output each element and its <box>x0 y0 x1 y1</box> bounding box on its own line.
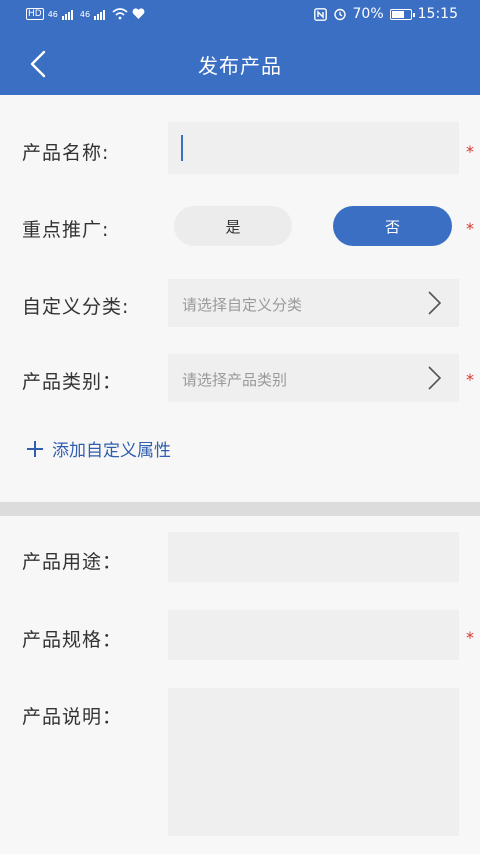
status-time: 15:15 <box>417 6 458 22</box>
custom-category-placeholder: 请选择自定义分类 <box>182 296 303 314</box>
required-marker: * <box>466 219 474 238</box>
network-type-label-2: 46 <box>79 9 91 19</box>
add-custom-attribute-label: 添加自定义属性 <box>52 441 171 461</box>
signal-icon <box>61 10 73 20</box>
wifi-icon <box>112 8 128 20</box>
text-cursor <box>181 135 183 161</box>
hd-badge: HD <box>26 8 44 20</box>
product-category-select[interactable]: 请选择产品类别 <box>168 354 459 402</box>
custom-category-row: 自定义分类: 请选择自定义分类 <box>0 279 480 327</box>
product-name-input[interactable] <box>168 122 459 174</box>
page-title: 发布产品 <box>198 54 282 78</box>
chevron-right-icon <box>428 366 442 390</box>
nfc-icon <box>313 7 327 21</box>
app-header: HD 46 46 70% 15:15 发布产品 <box>0 0 480 95</box>
product-name-label: 产品名称: <box>22 142 110 164</box>
description-label: 产品说明： <box>22 706 123 728</box>
featured-yes-button[interactable]: 是 <box>174 206 292 246</box>
featured-label: 重点推广: <box>22 219 110 241</box>
product-category-label: 产品类别： <box>22 371 123 393</box>
required-marker: * <box>466 142 474 161</box>
required-marker: * <box>466 628 474 647</box>
battery-percent: 70% <box>352 6 384 22</box>
spec-input[interactable] <box>168 610 459 660</box>
network-type-label: 46 <box>47 9 58 19</box>
signal-icon-2 <box>94 10 106 20</box>
add-custom-attribute-button[interactable]: 添加自定义属性 <box>26 436 171 461</box>
featured-row: 重点推广: 是 否 * <box>0 206 480 246</box>
status-right: 70% 15:15 <box>313 6 458 22</box>
spec-label: 产品规格： <box>22 629 123 651</box>
usage-input[interactable] <box>168 532 459 582</box>
battery-icon <box>389 8 415 20</box>
description-textarea[interactable] <box>168 688 459 836</box>
usage-row: 产品用途： <box>0 532 480 582</box>
required-marker: * <box>466 370 474 389</box>
section-divider <box>0 502 480 516</box>
alarm-icon <box>333 8 346 21</box>
chevron-right-icon <box>428 291 442 315</box>
custom-category-select[interactable]: 请选择自定义分类 <box>168 279 459 327</box>
plus-icon <box>27 440 43 457</box>
custom-category-label: 自定义分类: <box>22 296 130 318</box>
status-left: HD 46 46 <box>26 8 145 20</box>
featured-no-button[interactable]: 否 <box>333 206 452 246</box>
description-row: 产品说明： <box>0 688 480 836</box>
product-category-placeholder: 请选择产品类别 <box>182 371 288 389</box>
battery-fill <box>391 10 404 18</box>
product-category-row: 产品类别： 请选择产品类别 * <box>0 354 480 402</box>
spec-row: 产品规格： * <box>0 610 480 660</box>
heart-icon <box>132 8 145 19</box>
product-name-row: 产品名称: * <box>0 122 480 174</box>
status-bar: HD 46 46 70% 15:15 <box>0 0 480 32</box>
usage-label: 产品用途： <box>22 551 123 573</box>
